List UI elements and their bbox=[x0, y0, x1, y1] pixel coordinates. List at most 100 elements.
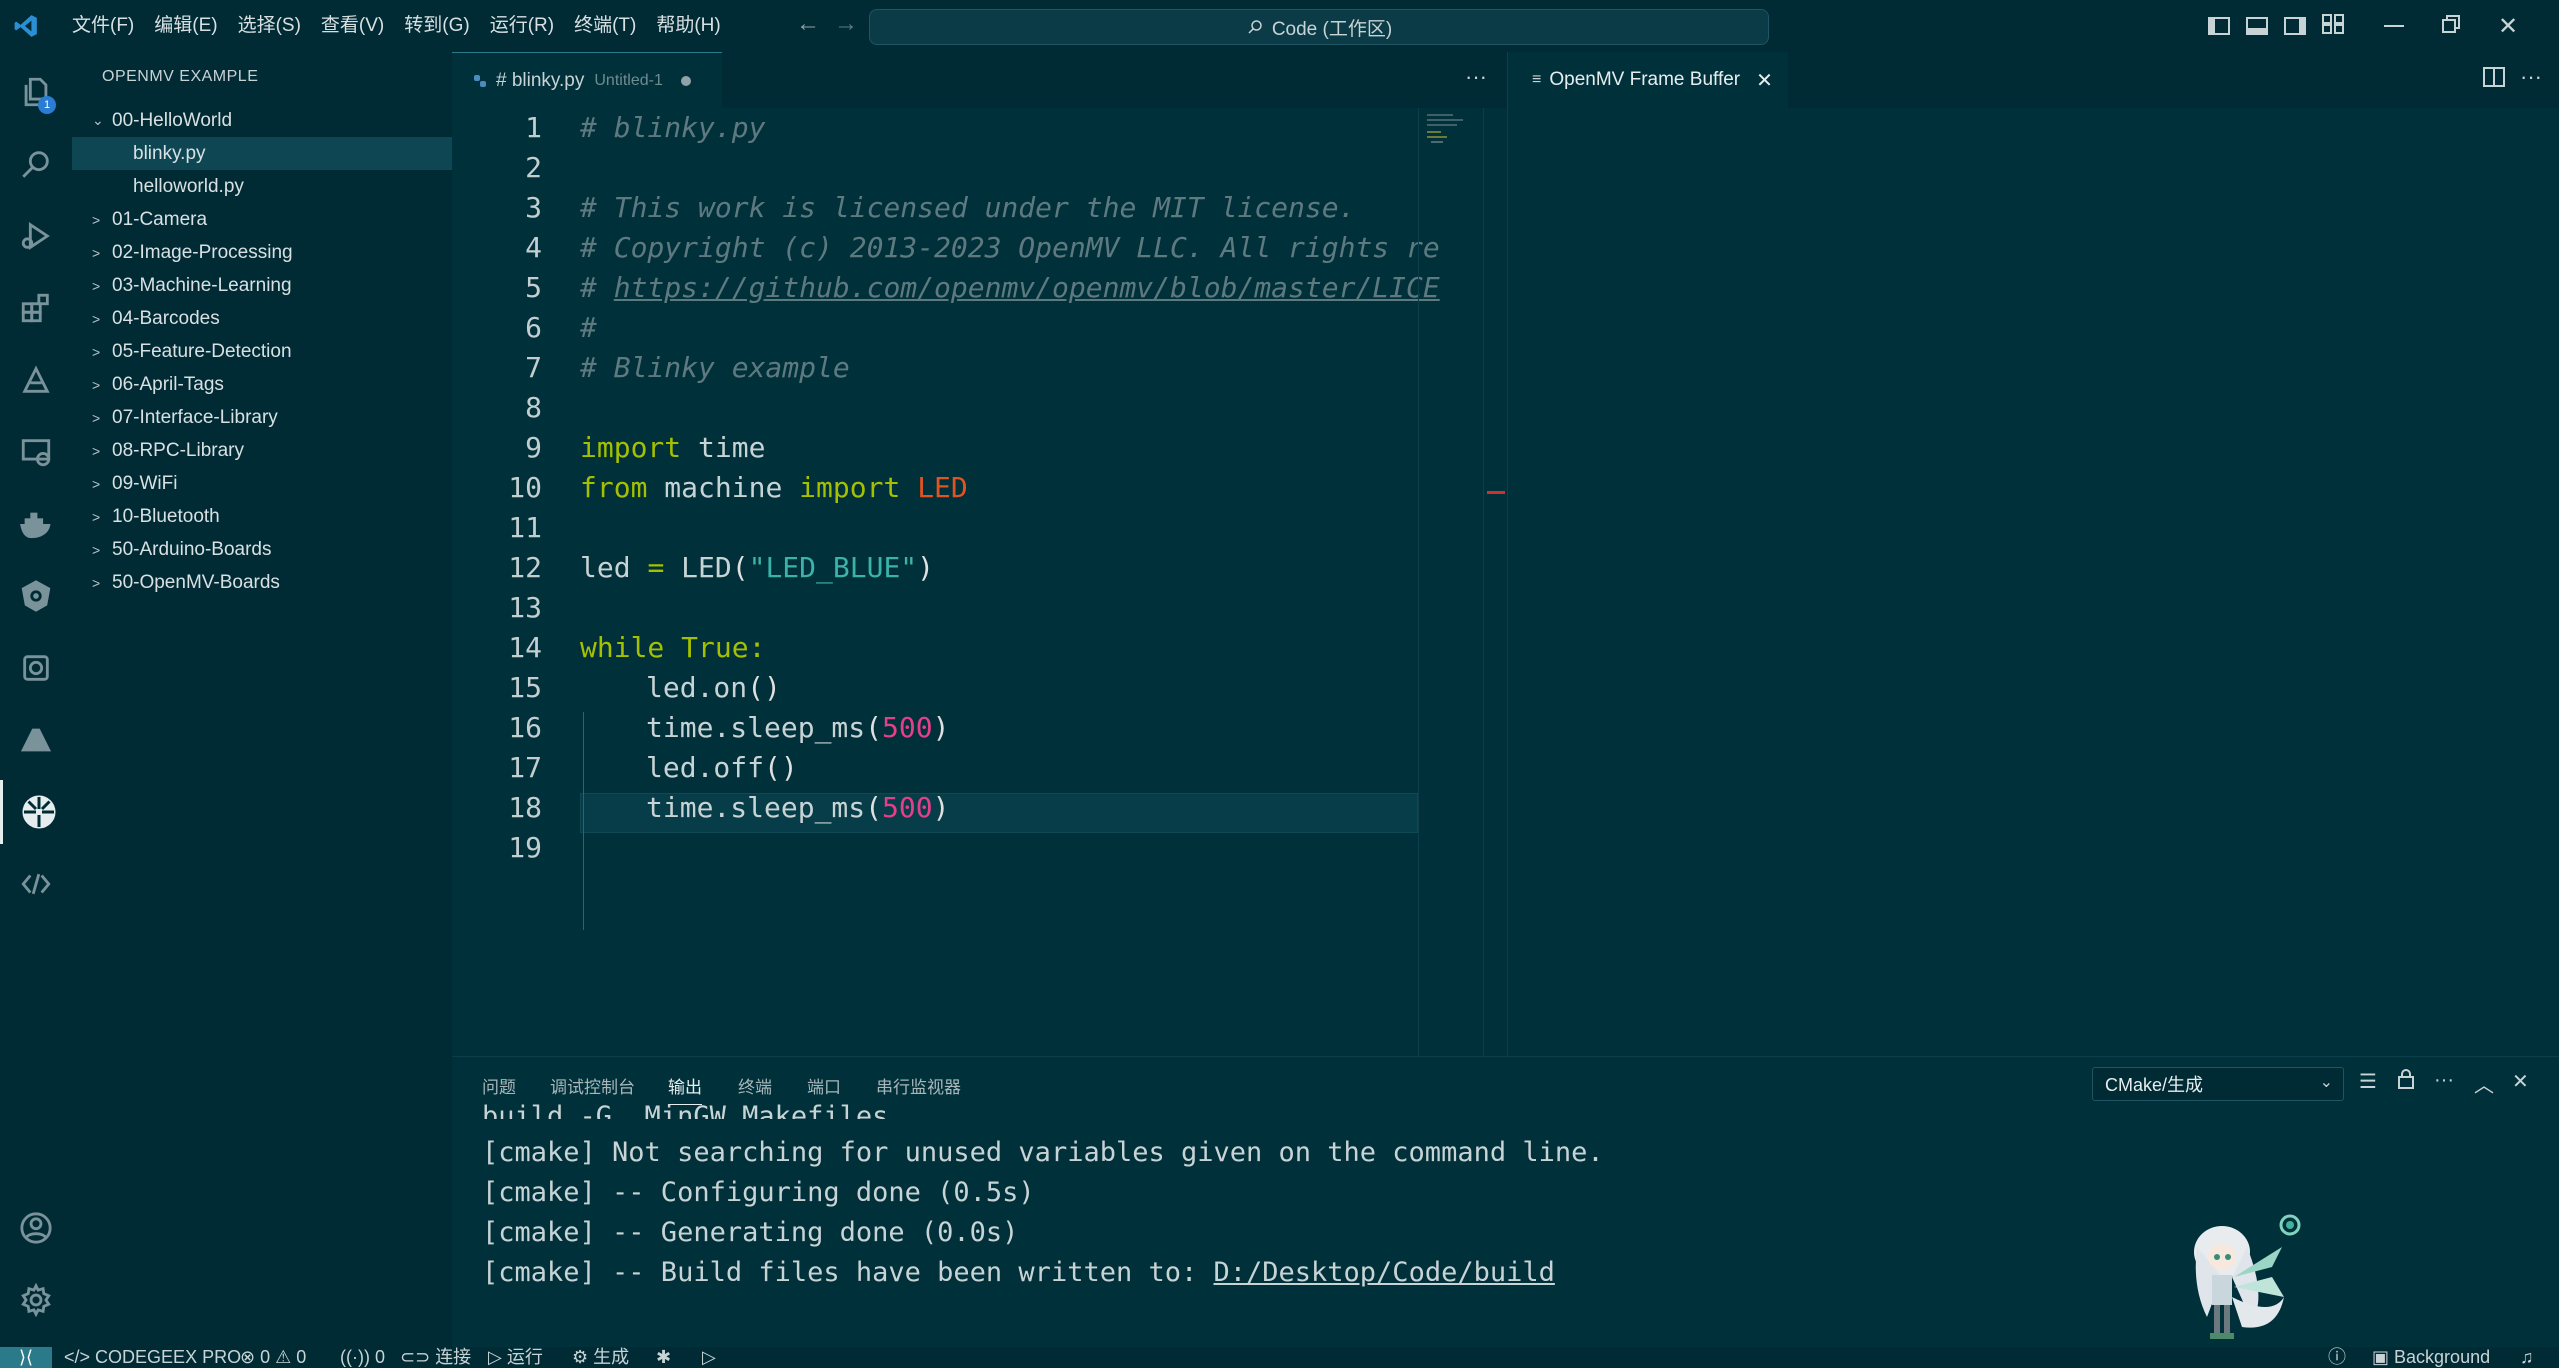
command-center-search[interactable]: Code (工作区) bbox=[869, 9, 1769, 45]
menu-terminal[interactable]: 终端(T) bbox=[564, 0, 646, 52]
info-icon[interactable]: ⓘ bbox=[2328, 1347, 2346, 1368]
cmake-tools-icon[interactable] bbox=[0, 636, 72, 700]
tree-folder-07-interface-library[interactable]: >07-Interface-Library bbox=[72, 401, 452, 434]
tab-problems[interactable]: 问题 bbox=[482, 1073, 516, 1098]
esp-idf-icon[interactable] bbox=[0, 348, 72, 412]
number: 500 bbox=[882, 711, 933, 744]
tab-serial-monitor[interactable]: 串行监视器 bbox=[876, 1073, 961, 1098]
identifier: led.on bbox=[646, 671, 748, 704]
output-channel-select[interactable]: CMake/生成 ⌄ bbox=[2092, 1067, 2344, 1101]
editor-scrollbar[interactable] bbox=[1483, 108, 1508, 1056]
close-tab-icon[interactable]: ✕ bbox=[1756, 68, 1773, 93]
menu-help[interactable]: 帮助(H) bbox=[646, 0, 730, 52]
build-path-link[interactable]: D:/Desktop/Code/build bbox=[1214, 1257, 1555, 1288]
run-button[interactable]: ▷ 运行 bbox=[488, 1347, 543, 1368]
problems-status[interactable]: ⊗ 0 ⚠ 0 bbox=[240, 1347, 306, 1368]
remote-indicator-icon[interactable]: ⟩⟨ bbox=[0, 1347, 52, 1368]
launch-play-icon[interactable]: ▷ bbox=[702, 1347, 716, 1368]
menu-go[interactable]: 转到(G) bbox=[394, 0, 479, 52]
toggle-secondary-sidebar-icon[interactable] bbox=[2284, 17, 2306, 35]
customize-layout-icon[interactable] bbox=[2322, 13, 2344, 39]
menu-selection[interactable]: 选择(S) bbox=[228, 0, 311, 52]
settings-gear-icon[interactable] bbox=[0, 1268, 72, 1332]
notifications-bell-icon[interactable]: ♫ bbox=[2520, 1347, 2534, 1368]
unsaved-dot-icon[interactable] bbox=[680, 75, 691, 86]
run-debug-icon[interactable] bbox=[0, 204, 72, 268]
code-line: # This work is licensed under the MIT li… bbox=[580, 188, 1355, 228]
restore-icon[interactable] bbox=[2442, 14, 2460, 38]
tree-folder-01-camera[interactable]: >01-Camera bbox=[72, 203, 452, 236]
build-button[interactable]: ⚙ 生成 bbox=[572, 1347, 629, 1368]
more-actions-icon[interactable]: ··· bbox=[2520, 64, 2542, 90]
tree-file-blinky[interactable]: blinky.py bbox=[72, 137, 452, 170]
codegeex-status[interactable]: </> CODEGEEX PRO bbox=[64, 1347, 241, 1368]
error-icon: ⊗ bbox=[240, 1347, 256, 1367]
tree-folder-09-wifi[interactable]: >09-WiFi bbox=[72, 467, 452, 500]
account-icon[interactable] bbox=[0, 1196, 72, 1260]
menu-edit[interactable]: 编辑(E) bbox=[144, 0, 227, 52]
ports-status[interactable]: ((·)) 0 bbox=[340, 1347, 385, 1368]
tree-folder-10-bluetooth[interactable]: >10-Bluetooth bbox=[72, 500, 452, 533]
code-line: # blinky.py bbox=[580, 108, 765, 148]
tree-folder-02-image-processing[interactable]: >02-Image-Processing bbox=[72, 236, 452, 269]
forward-arrow-icon[interactable]: → bbox=[834, 10, 858, 38]
preview-icon: ≡ bbox=[1532, 71, 1542, 88]
tree-folder-50-arduino-boards[interactable]: >50-Arduino-Boards bbox=[72, 533, 452, 566]
vscode-logo-icon bbox=[0, 0, 52, 52]
codegeex-icon[interactable] bbox=[0, 852, 72, 916]
maximize-panel-icon[interactable]: ︿ bbox=[2474, 1069, 2494, 1098]
docker-icon[interactable] bbox=[0, 492, 72, 556]
tab-terminal[interactable]: 终端 bbox=[738, 1073, 772, 1098]
toggle-panel-icon[interactable] bbox=[2246, 17, 2268, 35]
search-icon bbox=[1248, 20, 1262, 34]
tree-folder-05-feature-detection[interactable]: >05-Feature-Detection bbox=[72, 335, 452, 368]
menu-view[interactable]: 查看(V) bbox=[311, 0, 394, 52]
tab-ports[interactable]: 端口 bbox=[807, 1073, 841, 1098]
identifier: led.off bbox=[646, 751, 765, 784]
remote-explorer-icon[interactable] bbox=[0, 420, 72, 484]
tab-debug-console[interactable]: 调试控制台 bbox=[550, 1073, 635, 1098]
search-icon[interactable] bbox=[0, 132, 72, 196]
more-actions-icon[interactable]: ··· bbox=[2434, 1069, 2454, 1092]
tree-file-helloworld[interactable]: helloworld.py bbox=[72, 170, 452, 203]
line-number: 13 bbox=[508, 591, 542, 624]
menu-file[interactable]: 文件(F) bbox=[62, 0, 144, 52]
connect-button[interactable]: ⊂⊃ 连接 bbox=[400, 1347, 471, 1368]
tree-folder-50-openmv-boards[interactable]: >50-OpenMV-Boards bbox=[72, 566, 452, 599]
tree-folder-03-machine-learning[interactable]: >03-Machine-Learning bbox=[72, 269, 452, 302]
clear-output-icon[interactable]: ☰ bbox=[2359, 1069, 2377, 1094]
codegeex-label: CODEGEEX PRO bbox=[95, 1347, 242, 1367]
code-line: # https://github.com/openmv/openmv/blob/… bbox=[580, 268, 1440, 308]
gear-icon: ⚙ bbox=[572, 1347, 589, 1367]
back-arrow-icon[interactable]: ← bbox=[796, 10, 820, 38]
tree-folder-00-helloworld[interactable]: ⌄ 00-HelloWorld bbox=[72, 104, 452, 137]
more-actions-icon[interactable]: ··· bbox=[1465, 64, 1487, 90]
tab-openmv-frame-buffer[interactable]: ≡ OpenMV Frame Buffer ✕ bbox=[1508, 52, 1788, 108]
close-window-icon[interactable]: ✕ bbox=[2498, 12, 2518, 41]
license-link[interactable]: https://github.com/openmv/openmv/blob/ma… bbox=[614, 271, 1440, 304]
split-editor-icon[interactable] bbox=[2483, 67, 2505, 92]
azure-icon[interactable] bbox=[0, 708, 72, 772]
minimize-icon[interactable] bbox=[2384, 25, 2404, 27]
tree-folder-08-rpc-library[interactable]: >08-RPC-Library bbox=[72, 434, 452, 467]
close-panel-icon[interactable]: ✕ bbox=[2512, 1069, 2529, 1094]
minimap[interactable] bbox=[1418, 108, 1484, 1056]
menu-run[interactable]: 运行(R) bbox=[480, 0, 564, 52]
background-status[interactable]: ▣ Background bbox=[2372, 1347, 2490, 1368]
lock-scroll-icon[interactable] bbox=[2397, 1069, 2415, 1095]
tree-item-label: 07-Interface-Library bbox=[112, 406, 278, 428]
operator: : bbox=[748, 631, 766, 664]
code-line: from machine import LED bbox=[580, 468, 968, 508]
debug-bug-icon[interactable]: ✱ bbox=[656, 1347, 671, 1368]
explorer-icon[interactable]: 1 bbox=[0, 60, 72, 124]
toggle-primary-sidebar-icon[interactable] bbox=[2208, 17, 2230, 35]
tree-folder-04-barcodes[interactable]: >04-Barcodes bbox=[72, 302, 452, 335]
code-editor[interactable]: 1 2 3 4 5 6 7 8 9 10 11 12 13 14 15 16 1… bbox=[452, 108, 1507, 1056]
class-name: LED bbox=[917, 471, 968, 504]
extensions-icon[interactable] bbox=[0, 276, 72, 340]
tab-blinky-py[interactable]: # blinky.py Untitled-1 bbox=[452, 52, 722, 108]
paren: ) bbox=[932, 711, 950, 744]
tree-folder-06-april-tags[interactable]: >06-April-Tags bbox=[72, 368, 452, 401]
openmv-icon[interactable] bbox=[0, 780, 75, 844]
kubernetes-icon[interactable] bbox=[0, 564, 72, 628]
